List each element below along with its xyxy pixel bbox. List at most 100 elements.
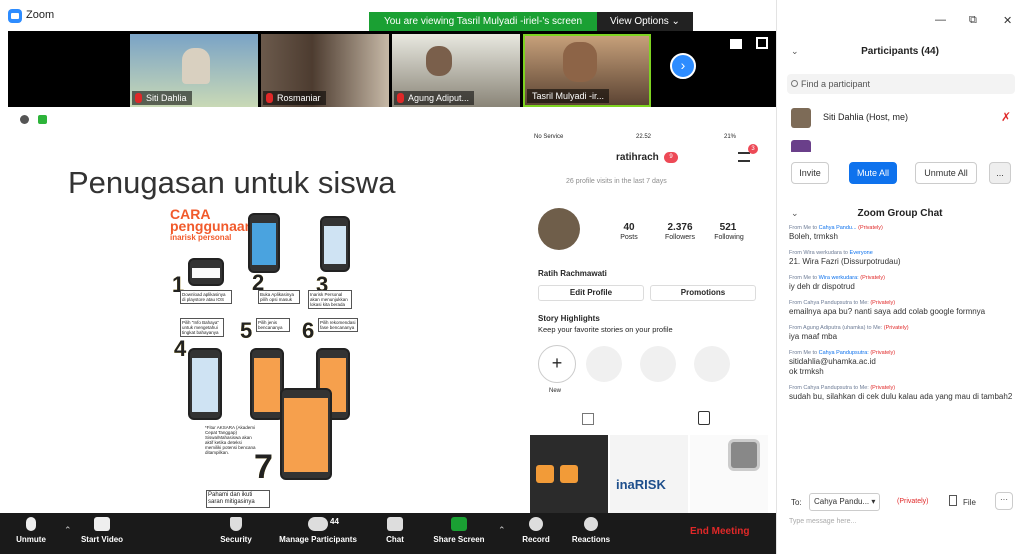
- step-caption: Pahami dan ikuti saran mitigasinya: [206, 490, 270, 508]
- guide-phone: [188, 348, 222, 420]
- video-thumbnail[interactable]: Siti Dahlia: [130, 34, 258, 107]
- file-icon[interactable]: [949, 495, 957, 506]
- side-panel: — ⧉ ✕ ⌄ Participants (44) Find a partici…: [776, 0, 1022, 554]
- step-caption: Inarisk Personal akan menunjukkan lokasi…: [308, 290, 352, 309]
- highlights-title: Story Highlights: [538, 314, 600, 323]
- window-title: Zoom: [26, 9, 55, 21]
- chat-message: From Cahya Pandupsutra to Me: (Privately…: [789, 300, 986, 316]
- chat-more-button[interactable]: ···: [995, 492, 1013, 510]
- chat-bubble-icon: [387, 517, 403, 531]
- video-thumbnail[interactable]: Rosmaniar: [261, 34, 389, 107]
- notification-badge: 9: [664, 152, 678, 163]
- grid-tab-icon: [582, 413, 594, 425]
- manage-participants-button[interactable]: 44 Manage Participants: [270, 517, 366, 551]
- step-number: 4: [174, 336, 187, 361]
- mute-all-button[interactable]: Mute All: [849, 162, 897, 184]
- chat-message: From Me to Wira werkudara: (Privately) i…: [789, 275, 885, 291]
- gallery-view-icon[interactable]: [730, 39, 742, 49]
- stat-value: 40: [623, 222, 635, 233]
- record-icon: [529, 517, 543, 531]
- shield-icon: [230, 517, 242, 531]
- ig-username: ratihrach: [616, 152, 659, 163]
- recipient-dropdown[interactable]: Cahya Pandu... ▾: [809, 493, 881, 511]
- chat-button[interactable]: Chat: [380, 517, 410, 551]
- video-thumbnail-active-speaker[interactable]: Tasril Mulyadi -ir...: [523, 34, 651, 107]
- chat-message: From Agung Adiputra (uhamka) to Me: (Pri…: [789, 325, 909, 341]
- zoom-logo-icon: [8, 9, 22, 23]
- step-number: 6: [302, 318, 315, 343]
- share-screen-button[interactable]: Share Screen: [428, 517, 490, 551]
- muted-mic-icon: [397, 93, 404, 103]
- new-highlight-label: New: [549, 388, 562, 394]
- minimize-icon[interactable]: —: [935, 14, 946, 26]
- muted-mic-icon[interactable]: ✗: [1001, 110, 1011, 124]
- slide-title: Penugasan untuk siswa: [68, 165, 396, 200]
- menu-icon: [738, 152, 750, 162]
- share-options-caret-icon[interactable]: ⌃: [498, 525, 506, 536]
- meeting-toolbar: Unmute ⌃ Start Video Security 44 Manage …: [0, 513, 776, 554]
- participant-search-input[interactable]: Find a participant: [787, 74, 1015, 94]
- chat-message: From Cahya Pandupsutra to Me: (Privately…: [789, 385, 1013, 401]
- stat-label: Followers: [665, 234, 695, 241]
- close-icon[interactable]: ✕: [1003, 14, 1012, 27]
- file-button[interactable]: File: [963, 498, 976, 507]
- info-icon[interactable]: [20, 115, 29, 124]
- step-caption: Pilih rekomendasi fase bencananya: [318, 318, 358, 332]
- status-carrier: No Service: [534, 134, 564, 140]
- start-video-button[interactable]: Start Video: [74, 517, 130, 551]
- screen-share-banner: You are viewing Tasril Mulyadi -iriel-'s…: [369, 12, 597, 31]
- guide-phone: [280, 388, 332, 480]
- participant-row[interactable]: [791, 140, 1015, 152]
- thumbnail-label: Tasril Mulyadi -ir...: [527, 89, 610, 103]
- stat-label: Following: [714, 234, 744, 241]
- step-number: 5: [240, 318, 253, 343]
- end-meeting-button[interactable]: End Meeting: [690, 526, 749, 537]
- participant-row[interactable]: Siti Dahlia (Host, me) ✗: [787, 106, 1015, 130]
- thumbnail-label: Siti Dahlia: [132, 91, 192, 105]
- muted-mic-icon: [26, 517, 36, 531]
- view-options-button[interactable]: View Options ⌄: [597, 12, 693, 31]
- invite-button[interactable]: Invite: [791, 162, 829, 184]
- participant-name: Siti Dahlia (Host, me): [823, 112, 909, 122]
- participant-figure: [426, 46, 452, 76]
- security-button[interactable]: Security: [214, 517, 258, 551]
- chat-message-input[interactable]: Type message here...: [789, 518, 1017, 525]
- new-highlight-icon: +: [538, 345, 576, 383]
- ig-fullname: Ratih Rachmawati: [538, 269, 607, 278]
- fullscreen-icon[interactable]: [756, 37, 768, 49]
- avatar: [791, 140, 811, 152]
- video-thumbnail[interactable]: Agung Adiput...: [392, 34, 520, 107]
- inarisk-guide-graphic: CARA penggunaan inarisk personal 1 Downl…: [170, 207, 358, 513]
- next-page-arrow-icon[interactable]: ›: [670, 53, 696, 79]
- share-screen-icon: [451, 517, 467, 531]
- more-options-button[interactable]: ...: [989, 162, 1011, 184]
- highlight-placeholder: [640, 346, 676, 382]
- guide-footnote: *Fitur AKSARA (Akademi Cepat Tanggap) Si…: [204, 424, 260, 456]
- participant-figure: [182, 48, 210, 84]
- chat-title: Zoom Group Chat: [857, 208, 943, 219]
- tagged-tab-icon: [698, 411, 710, 425]
- audio-options-caret-icon[interactable]: ⌃: [64, 525, 72, 536]
- step-caption: Pilih jenis bencananya: [256, 318, 290, 332]
- stat-label: Posts: [620, 234, 638, 241]
- unmute-all-button[interactable]: Unmute All: [915, 162, 977, 184]
- participants-icon: [308, 517, 328, 531]
- lock-icon[interactable]: [38, 115, 47, 124]
- zoom-window: Zoom You are viewing Tasril Mulyadi -iri…: [0, 0, 1022, 554]
- guide-phone: [188, 258, 224, 286]
- unmute-button[interactable]: Unmute: [6, 517, 56, 551]
- post-thumbnail: [530, 435, 608, 513]
- record-button[interactable]: Record: [516, 517, 556, 551]
- avatar: [791, 108, 811, 128]
- post-thumbnail: [690, 435, 768, 513]
- private-label: (Privately): [897, 498, 929, 505]
- restore-icon[interactable]: ⧉: [969, 14, 977, 27]
- guide-phone: [248, 213, 280, 273]
- thumbnail-label: Agung Adiput...: [394, 91, 475, 105]
- participant-count: 44: [330, 517, 339, 526]
- step-caption: Download aplikasinya di playstore atau I…: [180, 290, 232, 304]
- step-number: 7: [254, 448, 273, 486]
- guide-phone: [320, 216, 350, 272]
- search-icon: [791, 80, 798, 87]
- reactions-button[interactable]: Reactions: [566, 517, 616, 551]
